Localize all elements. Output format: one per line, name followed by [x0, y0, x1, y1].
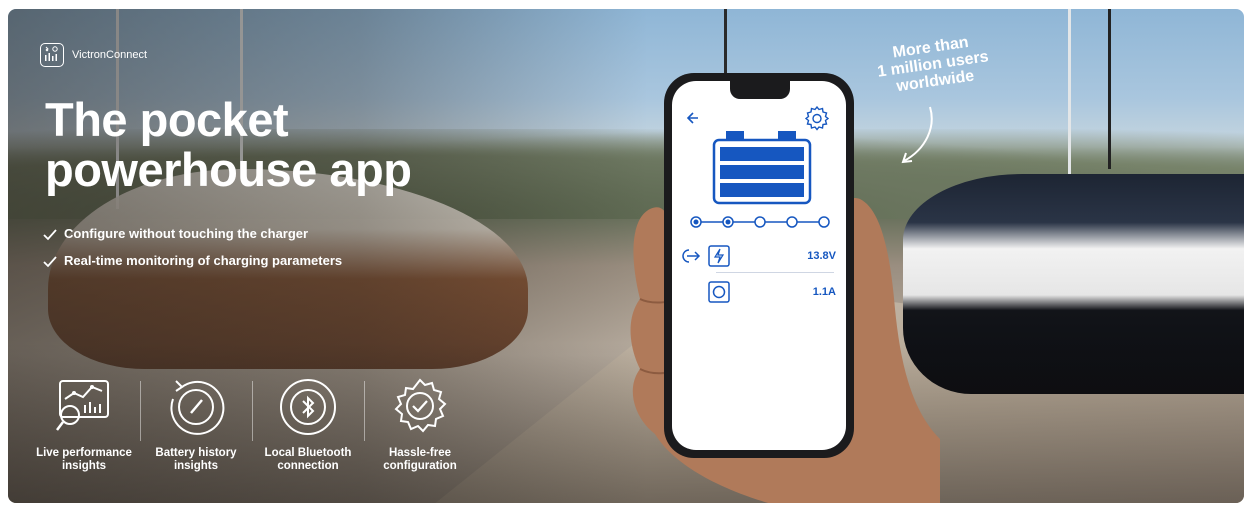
benefit-battery-history: Battery history insights — [140, 375, 252, 473]
feature-item: Configure without touching the charger — [42, 220, 342, 247]
benefit-label-line: Local Bluetooth — [264, 447, 352, 459]
mast-decor — [1108, 9, 1111, 169]
settings-gear-icon[interactable] — [804, 105, 830, 131]
voltage-row: 13.8V — [682, 241, 836, 271]
benefit-label-line: Battery history — [155, 447, 237, 459]
benefit-label-line: Hassle-free — [388, 447, 451, 459]
benefit-live-performance: Live performance insights — [28, 375, 140, 473]
checkmark-icon — [43, 255, 57, 267]
current-value: 1.1A — [812, 286, 836, 298]
benefit-label-line: insights — [61, 460, 107, 472]
benefit-hassle-free: Hassle-free configuration — [364, 375, 476, 473]
brand-logo: VictronConnect — [40, 43, 147, 67]
page-title: The pocket powerhouse app — [45, 93, 412, 196]
curved-arrow-icon — [901, 106, 933, 164]
gear-check-icon — [394, 378, 447, 433]
history-gauge-icon — [170, 380, 225, 435]
benefit-label: Battery history insights — [155, 447, 236, 473]
benefit-label-line: configuration — [383, 460, 457, 472]
benefit-label: Hassle-free configuration — [383, 447, 456, 473]
performance-icon — [56, 380, 109, 431]
phone-mockup: 13.8V 1.1A — [664, 73, 854, 458]
bluetooth-icon — [280, 379, 336, 435]
victron-app-icon — [40, 43, 64, 67]
phone-notch — [730, 81, 790, 99]
users-callout: More than 1 million users worldwide — [855, 29, 1011, 100]
feature-label: Real-time monitoring of charging paramet… — [64, 253, 343, 268]
voltage-value: 13.8V — [807, 250, 836, 262]
mast-decor — [1068, 9, 1071, 189]
benefit-label-line: Live performance — [36, 447, 132, 459]
circle-box-icon — [708, 281, 730, 303]
benefit-bluetooth: Local Bluetooth connection — [252, 375, 364, 473]
benefits-row: Live performance insights Battery histor… — [28, 375, 476, 473]
title-line-2: powerhouse app — [45, 143, 412, 196]
mast-decor — [724, 9, 727, 79]
current-row: 1.1A — [682, 277, 836, 307]
benefit-label: Local Bluetooth connection — [265, 447, 352, 473]
phone-screen: 13.8V 1.1A — [672, 81, 846, 450]
benefit-label-line: insights — [173, 460, 219, 472]
input-arrow-icon — [682, 249, 701, 263]
benefit-label: Live performance insights — [36, 447, 132, 473]
back-arrow-icon[interactable] — [686, 111, 700, 125]
brand-name: VictronConnect — [72, 49, 148, 61]
feature-label: Configure without touching the charger — [64, 226, 309, 241]
lightning-icon — [708, 245, 730, 267]
title-line-1: The pocket — [45, 93, 289, 146]
benefit-label-line: connection — [277, 460, 339, 472]
checkmark-icon — [43, 228, 57, 240]
hero-banner: VictronConnect The pocket powerhouse app… — [8, 9, 1244, 503]
charge-stage-indicator — [690, 216, 830, 228]
battery-icon — [712, 131, 812, 205]
feature-item: Real-time monitoring of charging paramet… — [42, 247, 342, 274]
divider — [716, 272, 834, 273]
feature-list: Configure without touching the charger R… — [42, 220, 342, 274]
